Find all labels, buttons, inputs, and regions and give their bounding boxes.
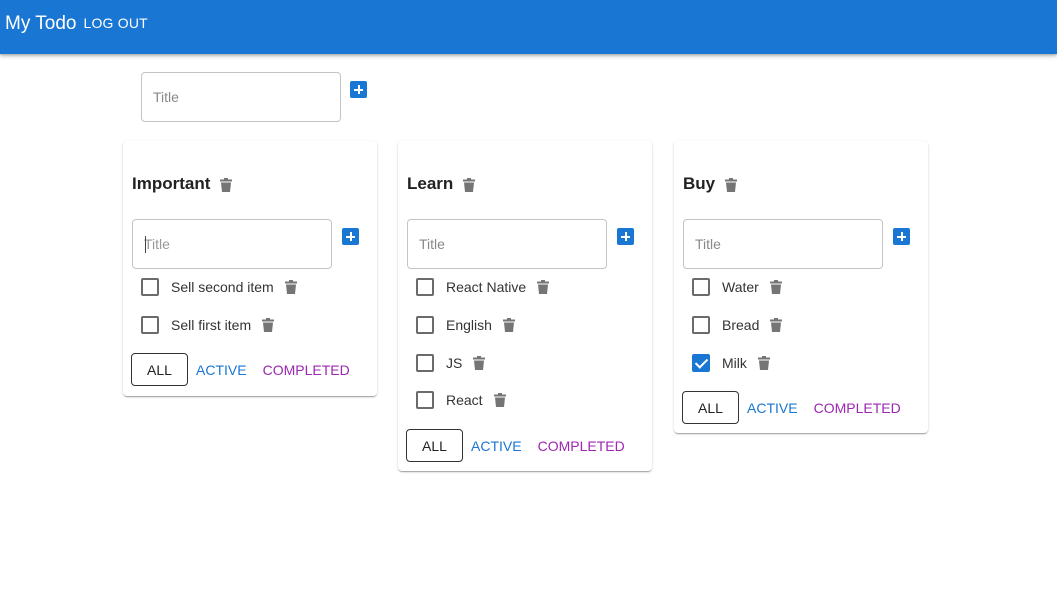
list-title: Buy [683,174,716,193]
todo-label: English [446,317,492,333]
todo-label: React [446,392,483,408]
todo-checkbox[interactable] [141,278,159,296]
text-caret [145,236,146,253]
filter-all-button[interactable]: ALL [682,391,739,424]
new-item-input[interactable] [408,220,606,268]
delete-icon[interactable] [493,393,506,407]
todo-label: Bread [722,317,760,333]
filter-completed-button[interactable]: COMPLETED [814,400,901,416]
todo-checkbox[interactable] [141,316,159,334]
delete-icon[interactable] [770,318,783,332]
todo-list-card-learn: Learn React Native English JS React [398,141,652,471]
delete-icon[interactable] [502,318,515,332]
new-item-field[interactable] [132,219,332,269]
todo-checkbox[interactable] [692,278,710,296]
filter-bar: ALL ACTIVE COMPLETED [131,353,350,386]
filter-bar: ALL ACTIVE COMPLETED [682,391,901,424]
todo-label: Sell second item [171,279,274,295]
delete-icon[interactable] [725,178,738,192]
todo-item: Sell first item [141,315,275,335]
list-title: Learn [407,174,454,193]
delete-icon[interactable] [757,356,770,370]
todo-label: JS [446,355,463,371]
new-item-input[interactable] [684,220,882,268]
todo-item: Bread [692,315,783,335]
delete-icon[interactable] [284,280,297,294]
todo-label: Sell first item [171,317,252,333]
delete-icon[interactable] [463,178,476,192]
todo-list-card-buy: Buy Water Bread Milk ALL ACTIVE COMPLETE… [674,141,928,433]
todo-checkbox[interactable] [692,316,710,334]
list-title: Important [132,174,211,193]
todo-label: React Native [446,279,527,295]
todo-item: Milk [692,353,770,373]
todo-checkbox[interactable] [416,391,434,409]
filter-bar: ALL ACTIVE COMPLETED [406,429,625,462]
add-item-button[interactable] [617,228,634,245]
todo-checkbox[interactable] [416,316,434,334]
todo-label: Milk [722,355,747,371]
todo-list-card-important: Important Sell second item Sell first it… [123,141,377,396]
add-item-button[interactable] [342,228,359,245]
logout-button[interactable]: LOG OUT [83,15,147,31]
app-bar: My Todo LOG OUT [0,0,1057,54]
todo-item: Water [692,277,782,297]
filter-all-button[interactable]: ALL [406,429,463,462]
todo-checkbox[interactable] [416,354,434,372]
todo-checkbox[interactable] [416,278,434,296]
todo-item: React [416,390,506,410]
add-list-button[interactable] [350,81,367,98]
todo-label: Water [722,279,759,295]
app-title: My Todo [5,12,77,34]
filter-completed-button[interactable]: COMPLETED [538,438,625,454]
todo-item: JS [416,353,486,373]
new-list-title-input[interactable] [142,73,340,121]
filter-all-button[interactable]: ALL [131,353,188,386]
todo-item: Sell second item [141,277,297,297]
new-list-title-field[interactable] [141,72,341,122]
delete-icon[interactable] [769,280,782,294]
filter-active-button[interactable]: ACTIVE [471,438,522,454]
new-item-field[interactable] [683,219,883,269]
delete-icon[interactable] [262,318,275,332]
delete-icon[interactable] [220,178,233,192]
delete-icon[interactable] [537,280,550,294]
todo-item: React Native [416,277,550,297]
todo-checkbox-checked[interactable] [692,354,710,372]
delete-icon[interactable] [473,356,486,370]
new-item-field[interactable] [407,219,607,269]
filter-active-button[interactable]: ACTIVE [747,400,798,416]
filter-completed-button[interactable]: COMPLETED [263,362,350,378]
new-item-input[interactable] [133,220,331,268]
add-item-button[interactable] [893,228,910,245]
filter-active-button[interactable]: ACTIVE [196,362,247,378]
todo-item: English [416,315,515,335]
